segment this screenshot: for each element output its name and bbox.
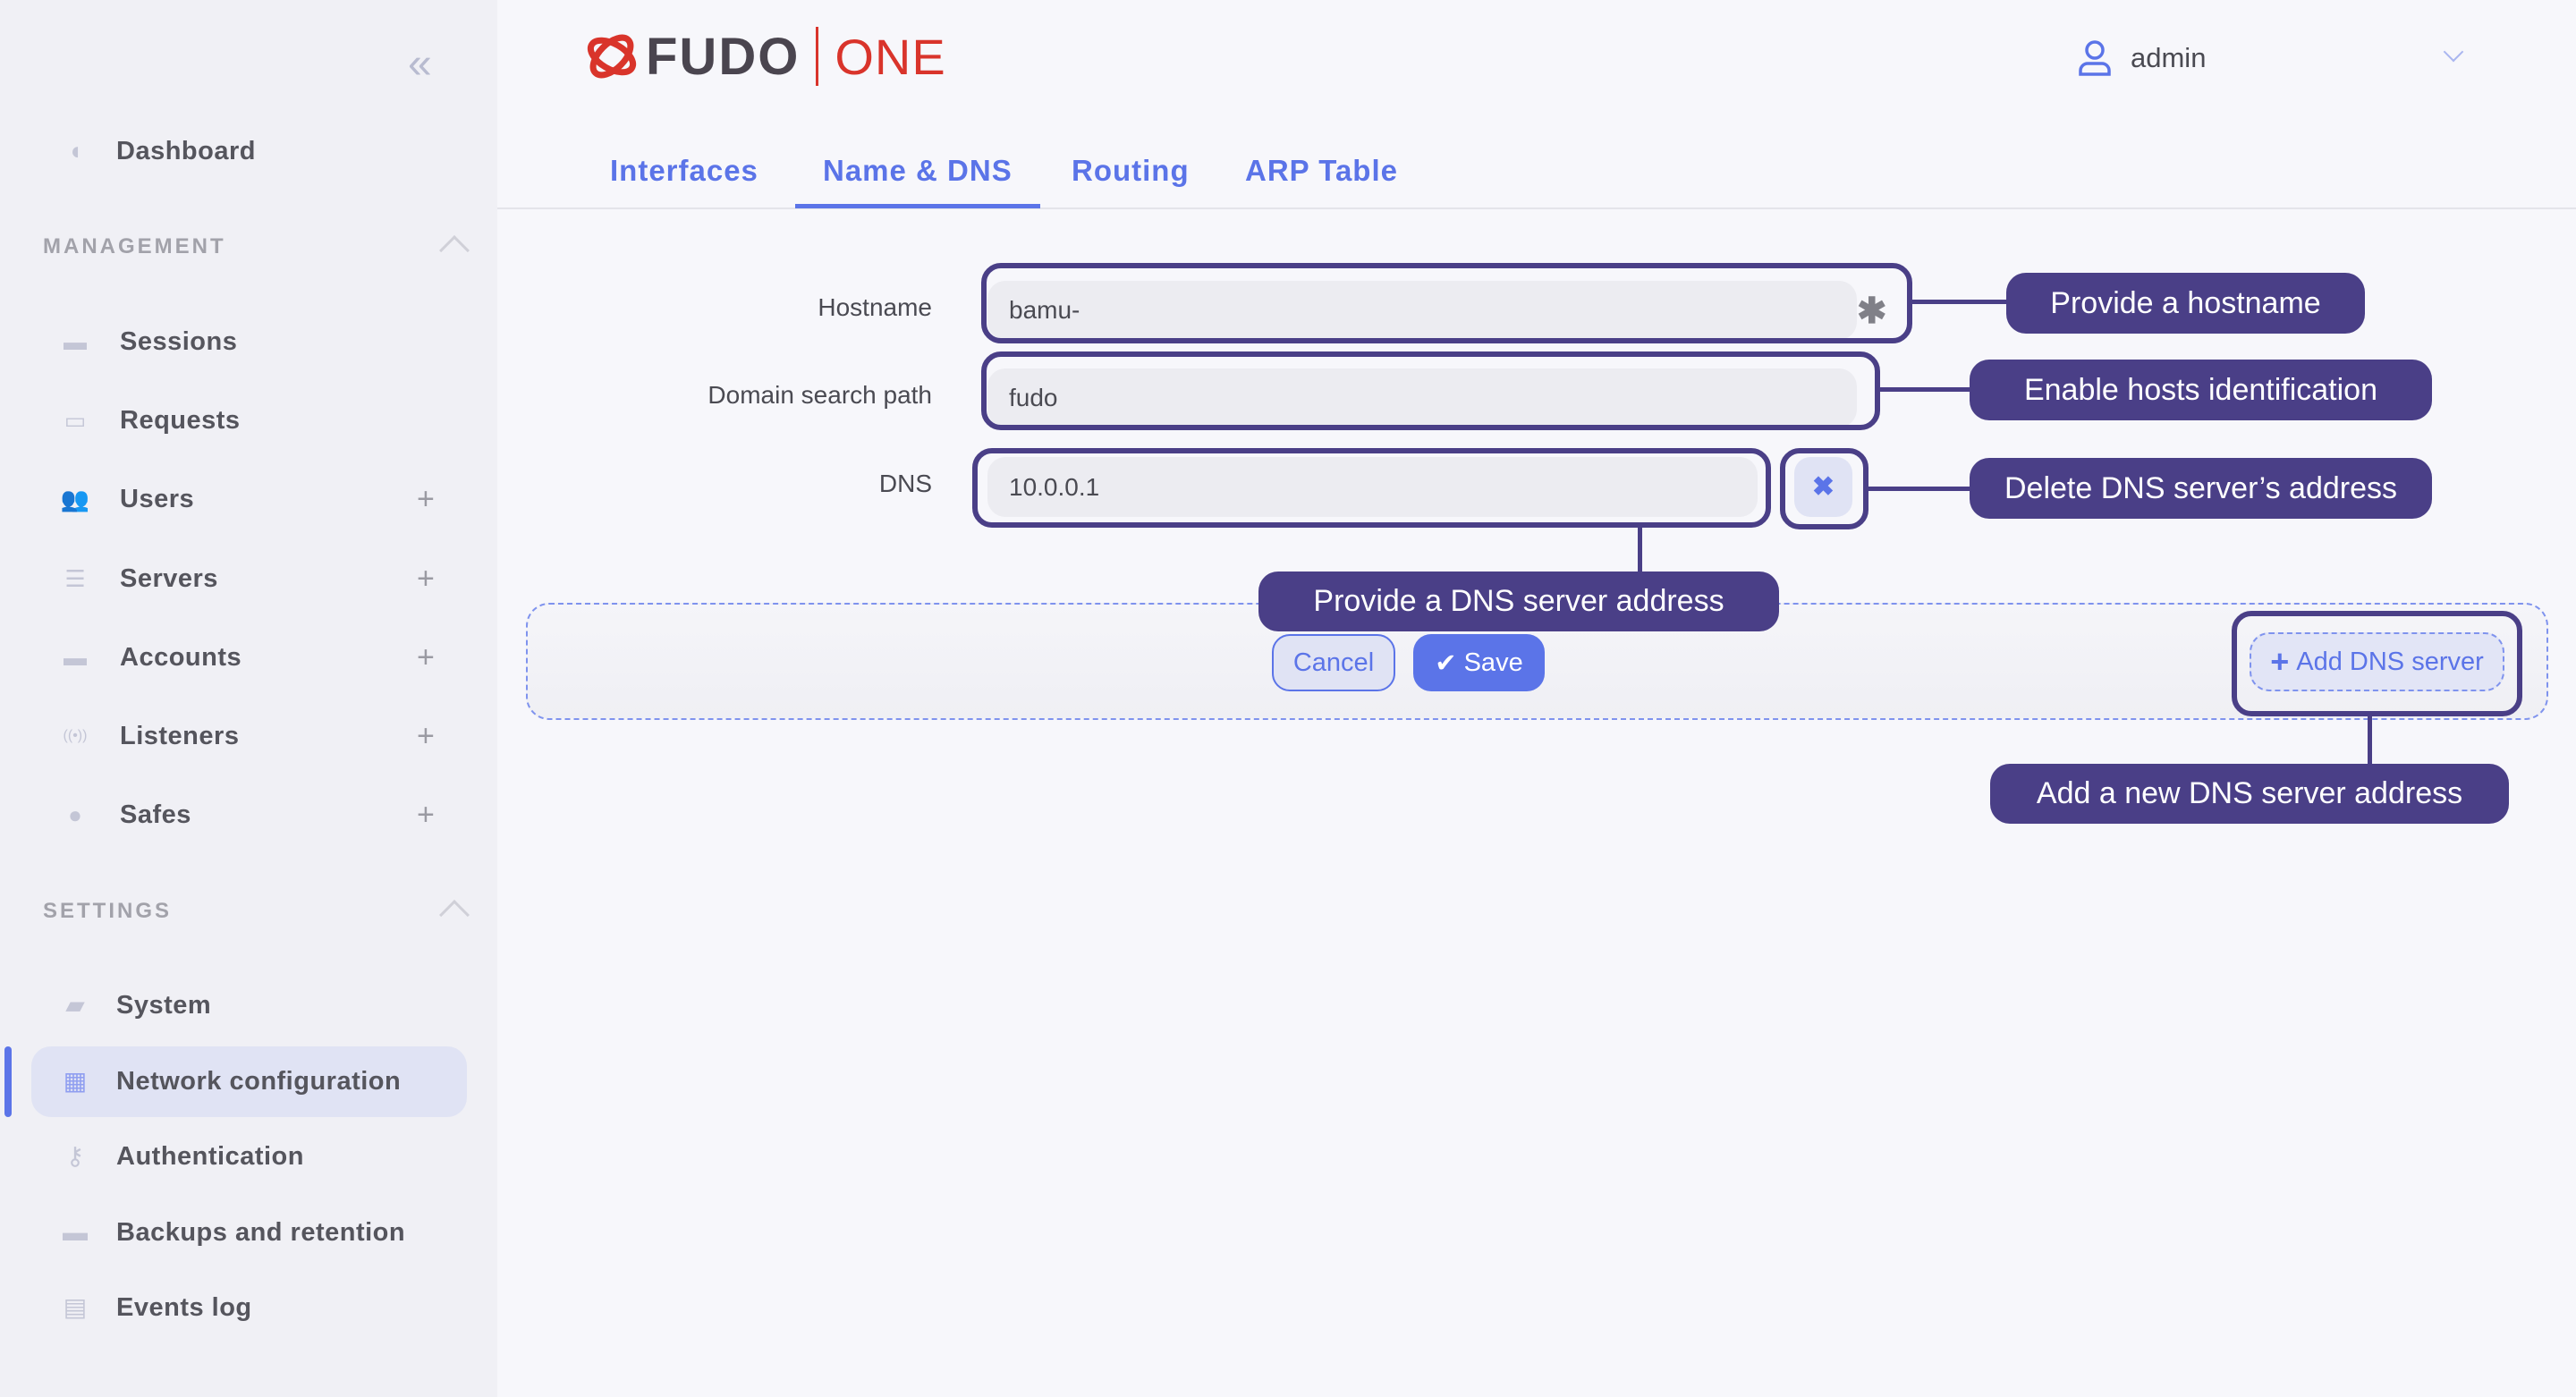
add-listeners-button[interactable]: + bbox=[417, 721, 435, 751]
add-accounts-button[interactable]: + bbox=[417, 642, 435, 673]
add-dns-highlight bbox=[2232, 611, 2522, 716]
sidebar-item-servers[interactable]: ☰ Servers + bbox=[0, 552, 497, 605]
users-icon: 👥 bbox=[60, 486, 90, 512]
connector bbox=[1868, 487, 1970, 491]
connector bbox=[1638, 528, 1642, 572]
sidebar: « ◖ Dashboard MANAGEMENT ▬ Sessions ▭ Reque… bbox=[0, 0, 497, 1397]
key-icon: ⚷ bbox=[65, 1142, 85, 1170]
callout-dns: Provide a DNS server address bbox=[1258, 572, 1779, 631]
sidebar-item-network-configuration[interactable]: ▦ Network configuration bbox=[0, 1054, 497, 1108]
sidebar-item-safes[interactable]: ● Safes + bbox=[0, 788, 497, 842]
add-safes-button[interactable]: + bbox=[417, 800, 435, 830]
sidebar-item-requests[interactable]: ▭ Requests bbox=[0, 394, 497, 447]
callout-domain: Enable hosts identification bbox=[1970, 360, 2432, 420]
tab-routing[interactable]: Routing bbox=[1072, 154, 1190, 188]
management-section-title: MANAGEMENT bbox=[43, 234, 226, 258]
box-icon: ▬ bbox=[63, 1218, 88, 1246]
connector bbox=[1912, 300, 2006, 304]
connector bbox=[2368, 716, 2372, 764]
delete-dns-highlight bbox=[1780, 448, 1868, 529]
sidebar-item-accounts[interactable]: ▬ Accounts + bbox=[0, 631, 497, 684]
collapse-sidebar-icon[interactable]: « bbox=[408, 43, 432, 86]
logo: FUDO ONE bbox=[583, 25, 946, 88]
cancel-button[interactable]: Cancel bbox=[1272, 634, 1395, 691]
active-tab-underline bbox=[795, 204, 1040, 208]
chevron-up-icon[interactable] bbox=[439, 235, 470, 266]
server-icon: ☰ bbox=[64, 565, 86, 592]
sidebar-item-listeners[interactable]: ((•)) Listeners + bbox=[0, 709, 497, 763]
callout-delete-dns: Delete DNS server’s address bbox=[1970, 458, 2432, 519]
settings-section-title: SETTINGS bbox=[43, 899, 173, 923]
sidebar-item-backups-and-retention[interactable]: ▬ Backups and retention bbox=[0, 1206, 497, 1259]
briefcase-clock-icon: ▭ bbox=[64, 407, 87, 434]
callout-hostname: Provide a hostname bbox=[2006, 273, 2365, 334]
callout-add-dns: Add a new DNS server address bbox=[1990, 764, 2509, 824]
dns-label: DNS bbox=[878, 470, 932, 497]
chevron-up-icon[interactable] bbox=[439, 900, 470, 930]
check-icon: ✔ bbox=[1435, 648, 1457, 678]
hostname-label: Hostname bbox=[818, 293, 932, 321]
network-icon: ▦ bbox=[63, 1067, 88, 1095]
broadcast-icon: ((•)) bbox=[63, 728, 88, 743]
tab-arp-table[interactable]: ARP Table bbox=[1245, 154, 1398, 188]
domain-search-path-label: Domain search path bbox=[708, 381, 932, 409]
calendar-alert-icon: ▤ bbox=[63, 1293, 88, 1321]
camera-icon: ▬ bbox=[64, 328, 87, 355]
username: admin bbox=[2131, 42, 2207, 73]
fudo-logo-icon bbox=[587, 34, 637, 79]
folder-icon: ▰ bbox=[65, 991, 85, 1019]
account-folder-icon: ▬ bbox=[64, 644, 87, 671]
sidebar-item-authentication[interactable]: ⚷ Authentication bbox=[0, 1130, 497, 1183]
add-users-button[interactable]: + bbox=[417, 484, 435, 514]
domain-highlight bbox=[981, 351, 1880, 430]
dashboard-gauge-icon: ◖ bbox=[67, 137, 83, 165]
user-icon bbox=[2079, 40, 2111, 76]
user-shield-icon: ● bbox=[68, 801, 82, 828]
sidebar-item-system[interactable]: ▰ System bbox=[0, 978, 497, 1032]
chevron-down-icon bbox=[2443, 41, 2464, 63]
connector bbox=[1880, 387, 1970, 392]
dns-highlight bbox=[972, 448, 1771, 528]
sidebar-item-sessions[interactable]: ▬ Sessions bbox=[0, 315, 497, 368]
user-menu[interactable]: admin bbox=[2066, 36, 2478, 80]
sidebar-item-dashboard[interactable]: ◖ Dashboard bbox=[0, 124, 497, 178]
tab-name-dns[interactable]: Name & DNS bbox=[823, 154, 1013, 188]
sidebar-item-users[interactable]: 👥 Users + bbox=[0, 472, 497, 526]
sidebar-item-events-log[interactable]: ▤ Events log bbox=[0, 1281, 497, 1334]
save-button[interactable]: ✔ Save bbox=[1413, 634, 1545, 691]
add-servers-button[interactable]: + bbox=[417, 563, 435, 594]
hostname-highlight bbox=[981, 263, 1912, 343]
tab-interfaces[interactable]: Interfaces bbox=[610, 154, 758, 188]
